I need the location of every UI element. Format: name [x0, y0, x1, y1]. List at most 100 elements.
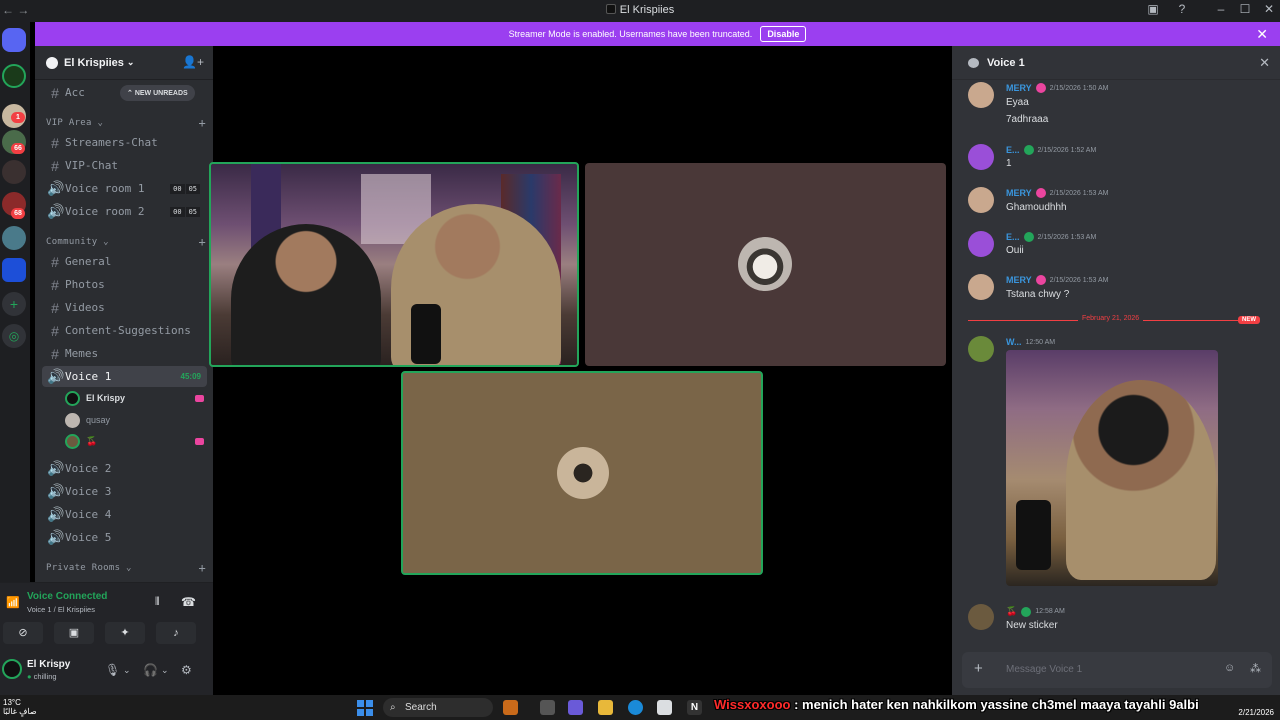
- user-name[interactable]: El Krispy: [27, 659, 70, 670]
- voice-user[interactable]: 🍒: [65, 431, 210, 451]
- app-icon[interactable]: [503, 700, 518, 715]
- channel-streamers-chat[interactable]: # Streamers-Chat: [42, 132, 207, 153]
- avatar: [65, 390, 80, 406]
- file-explorer-icon[interactable]: [598, 700, 613, 715]
- add-attachment-icon[interactable]: +: [974, 660, 983, 677]
- headphones-icon[interactable]: 🎧: [143, 663, 158, 677]
- avatar[interactable]: [968, 336, 994, 362]
- video-tile-qusay[interactable]: [585, 163, 946, 366]
- avatar[interactable]: [968, 82, 994, 108]
- voice-user[interactable]: El Krispy: [65, 388, 210, 408]
- category-community[interactable]: Community ⌄ +: [46, 235, 206, 249]
- new-unreads-pill[interactable]: ⌃ NEW UNREADS: [120, 85, 195, 101]
- title-bar: ← → El Krispiies ▣ ? – ☐ ✕: [0, 0, 1280, 22]
- avatar[interactable]: [968, 231, 994, 257]
- minimize-button[interactable]: –: [1211, 2, 1231, 16]
- channel-voice-5[interactable]: 🔊 Voice 5: [42, 527, 207, 548]
- emoji-icon[interactable]: ☺: [1224, 662, 1235, 674]
- avatar[interactable]: [968, 604, 994, 630]
- maximize-button[interactable]: ☐: [1235, 2, 1255, 16]
- author-name[interactable]: MERY: [1006, 188, 1032, 198]
- voice-user[interactable]: qusay: [65, 410, 210, 430]
- channel-content-suggestions[interactable]: # Content-Suggestions: [42, 320, 207, 341]
- hash-icon: #: [51, 299, 59, 316]
- author-name[interactable]: 🍒: [1006, 606, 1017, 617]
- server-icon[interactable]: [2, 160, 26, 184]
- chat-bubble-icon: [968, 57, 979, 68]
- message-header: 🍒 12:58 AM: [1006, 606, 1065, 617]
- help-icon[interactable]: ?: [1172, 2, 1192, 16]
- image-attachment[interactable]: [1006, 350, 1218, 586]
- soundboard-button[interactable]: ♪: [156, 622, 196, 644]
- close-icon[interactable]: ✕: [1256, 26, 1268, 43]
- author-name[interactable]: MERY: [1006, 275, 1032, 285]
- chevron-down-icon[interactable]: ⌄: [161, 665, 169, 676]
- store-icon[interactable]: [657, 700, 672, 715]
- author-name[interactable]: E...: [1006, 232, 1020, 242]
- category-private[interactable]: Private Rooms ⌄ +: [46, 561, 206, 575]
- channel-voice-room-1[interactable]: 🔊 Voice room 1 00 05: [42, 178, 207, 199]
- microphone-image: [1016, 500, 1051, 570]
- noise-suppression-icon[interactable]: ⫴: [155, 596, 160, 609]
- voice-status[interactable]: Voice Connected: [27, 591, 107, 602]
- close-window-button[interactable]: ✕: [1259, 2, 1279, 16]
- channel-videos[interactable]: # Videos: [42, 297, 207, 318]
- add-channel-icon[interactable]: +: [198, 116, 206, 130]
- discover-icon[interactable]: ◎: [2, 324, 26, 348]
- avatar[interactable]: [968, 187, 994, 213]
- message-header: MERY 2/15/2026 1:53 AM: [1006, 188, 1108, 198]
- add-channel-icon[interactable]: +: [198, 235, 206, 249]
- screen-share-button[interactable]: ▣: [54, 622, 94, 644]
- signal-icon[interactable]: 📶: [6, 596, 20, 609]
- server-icon[interactable]: [2, 226, 26, 250]
- app-icon: [605, 4, 616, 14]
- video-off-button[interactable]: ⊘: [3, 622, 43, 644]
- edge-icon[interactable]: [628, 700, 643, 715]
- channel-vip-chat[interactable]: # VIP-Chat: [42, 155, 207, 176]
- channel-voice-1[interactable]: 🔊 Voice 1 45:09: [42, 366, 207, 387]
- channel-memes[interactable]: # Memes: [42, 343, 207, 364]
- disconnect-icon[interactable]: ☎: [181, 595, 196, 609]
- message-input[interactable]: + Message Voice 1 ☺ ⁂: [962, 652, 1272, 688]
- invite-icon[interactable]: 👤+: [182, 55, 204, 69]
- overlay-username: Wissxoxooo: [714, 697, 791, 712]
- category-vip[interactable]: VIP Area ⌄ +: [46, 116, 206, 130]
- overlay-message: : menich hater ken nahkilkom yassine ch3…: [794, 697, 1199, 712]
- channel-voice-2[interactable]: 🔊 Voice 2: [42, 458, 207, 479]
- video-tile-webcam[interactable]: [209, 162, 579, 367]
- windows-start-icon[interactable]: [357, 700, 373, 716]
- voice-location[interactable]: Voice 1 / El Krispiies: [27, 605, 95, 614]
- add-channel-icon[interactable]: +: [198, 561, 206, 575]
- notion-icon[interactable]: N: [687, 700, 702, 715]
- disable-streamer-mode-button[interactable]: Disable: [760, 26, 807, 42]
- avatar[interactable]: [968, 274, 994, 300]
- author-name[interactable]: MERY: [1006, 83, 1032, 93]
- close-icon[interactable]: ✕: [1259, 55, 1270, 71]
- author-name[interactable]: E...: [1006, 145, 1020, 155]
- apps-icon[interactable]: ⁂: [1250, 662, 1261, 675]
- channel-voice-room-2[interactable]: 🔊 Voice room 2 00 05: [42, 201, 207, 222]
- inbox-icon[interactable]: ▣: [1143, 2, 1163, 16]
- video-tile-cherry[interactable]: [401, 371, 763, 575]
- server-icon[interactable]: [2, 64, 26, 88]
- channel-voice-3[interactable]: 🔊 Voice 3: [42, 481, 207, 502]
- microphone-image: [411, 304, 441, 364]
- channel-photos[interactable]: # Photos: [42, 274, 207, 295]
- channel-voice-4[interactable]: 🔊 Voice 4: [42, 504, 207, 525]
- discord-home-icon[interactable]: [2, 28, 26, 52]
- role-icon: [1023, 145, 1034, 155]
- avatar[interactable]: [968, 144, 994, 170]
- weather-widget[interactable]: 13°C صافٍ غالبًا: [3, 698, 37, 716]
- channel-general[interactable]: # General: [42, 251, 207, 272]
- author-name[interactable]: W...: [1006, 337, 1022, 347]
- copilot-icon[interactable]: [568, 700, 583, 715]
- gear-icon[interactable]: ⚙: [181, 663, 192, 677]
- microphone-icon[interactable]: 🎙: [105, 663, 120, 677]
- server-icon[interactable]: [2, 258, 26, 282]
- add-server-icon[interactable]: +: [2, 292, 26, 316]
- taskbar-search[interactable]: ⌕ Search: [383, 698, 493, 717]
- task-view-icon[interactable]: [540, 700, 555, 715]
- activities-button[interactable]: ✦: [105, 622, 145, 644]
- avatar[interactable]: [2, 659, 22, 679]
- chevron-down-icon[interactable]: ⌄: [123, 665, 131, 676]
